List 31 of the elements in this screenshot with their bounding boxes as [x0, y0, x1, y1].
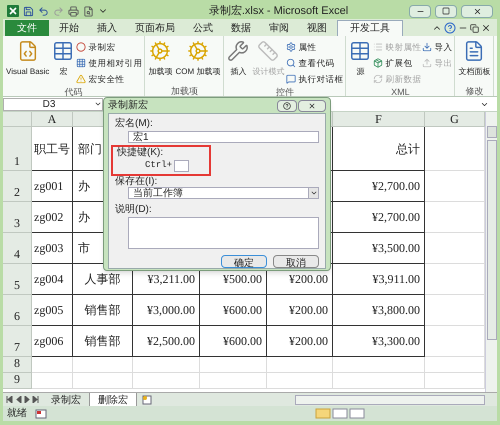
window-title: 录制宏.xlsx - Microsoft Excel [208, 4, 350, 19]
ribbon-group-label: 加载项 [170, 86, 198, 96]
table-cell: 总计 [333, 127, 425, 171]
table-cell: ¥3,911.00 [333, 264, 425, 295]
table-cell: ¥3,800.00 [333, 295, 425, 326]
table-cell: ¥3,000.00 [133, 295, 200, 326]
table-cell: zg006 [32, 326, 73, 357]
table-cell: 销售部 [73, 326, 133, 357]
table-cell: zg004 [32, 264, 73, 295]
ribbon-group-label: 代码 [64, 87, 83, 97]
shortcut-prefix: Ctrl+ [145, 159, 172, 172]
table-cell: ¥3,500.00 [333, 233, 425, 264]
table-cell: ¥2,500.00 [133, 326, 200, 357]
table-cell: zg001 [32, 171, 73, 202]
table-cell: ¥3,300.00 [333, 326, 425, 357]
table-cell: zg002 [32, 202, 73, 233]
table-cell: ¥200.00 [267, 326, 333, 357]
table-cell: zg005 [32, 295, 73, 326]
ribbon-group-label: 修改 [465, 86, 484, 96]
table-cell: ¥2,700.00 [333, 202, 425, 233]
dialog-title: 录制新宏 [108, 98, 149, 113]
table-cell: ¥200.00 [267, 295, 333, 326]
table-cell: ¥600.00 [200, 295, 267, 326]
table-cell: 职工号 [32, 127, 73, 171]
table-cell: ¥2,700.00 [333, 171, 425, 202]
table-cell: 销售部 [73, 295, 133, 326]
table-cell: zg003 [32, 233, 73, 264]
ribbon-group-label: 控件 [276, 87, 294, 97]
ribbon-group-label: XML [391, 87, 410, 97]
status-text: 就绪 [7, 406, 27, 421]
table-cell: ¥600.00 [200, 326, 267, 357]
